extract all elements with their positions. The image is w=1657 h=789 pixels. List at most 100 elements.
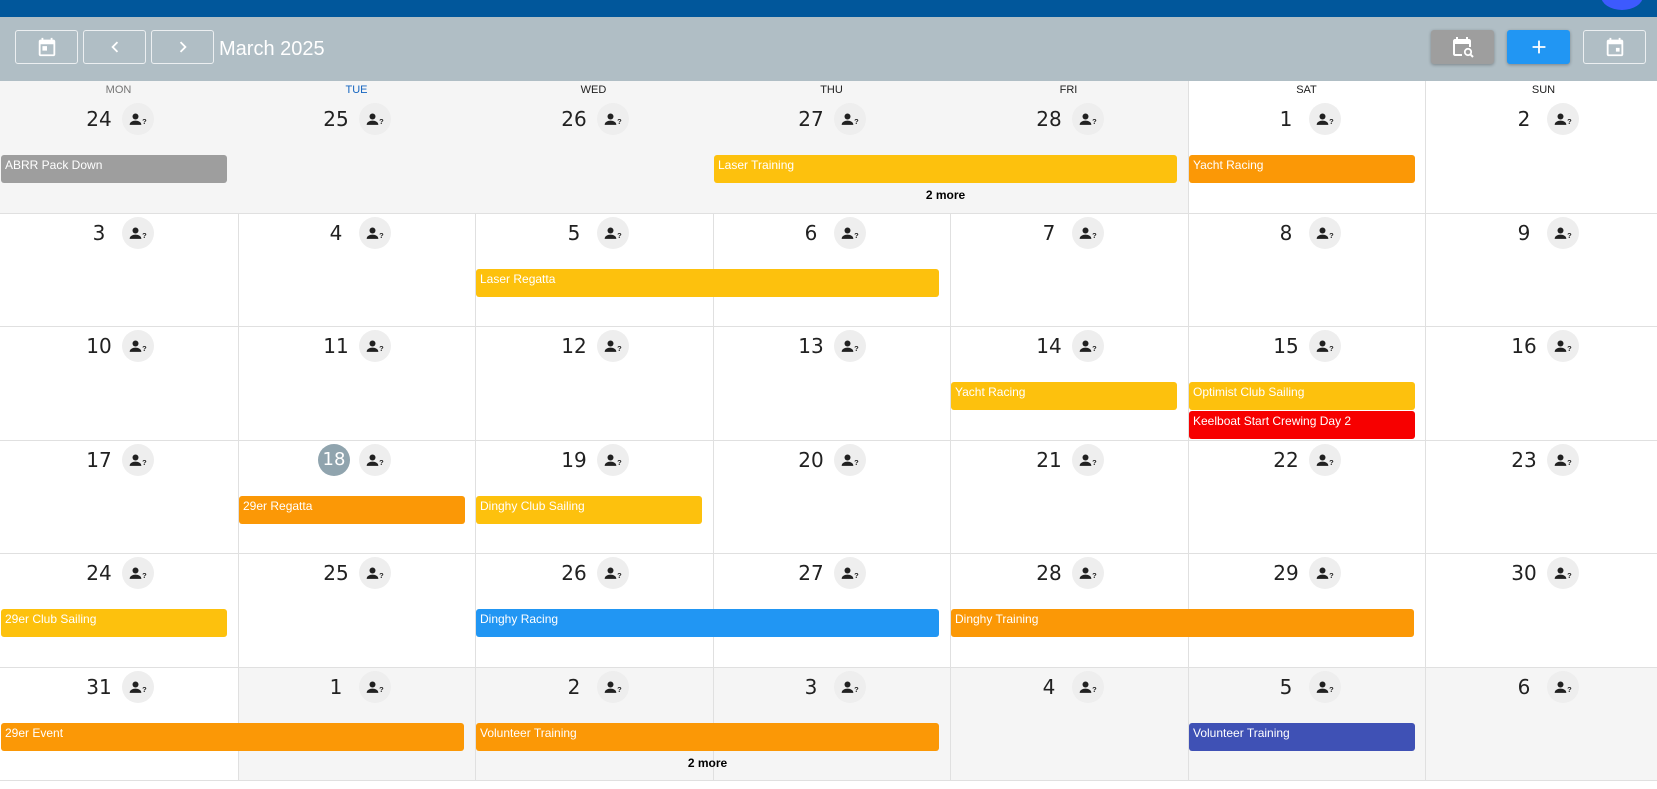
day-number[interactable]: 24 bbox=[81, 558, 117, 588]
attendance-button[interactable]: ? bbox=[359, 103, 391, 135]
day-number[interactable]: 3 bbox=[81, 218, 117, 248]
event-chip[interactable]: Yacht Racing bbox=[951, 382, 1177, 410]
day-number[interactable]: 16 bbox=[1506, 331, 1542, 361]
attendance-button[interactable]: ? bbox=[834, 557, 866, 589]
day-number[interactable]: 24 bbox=[81, 104, 117, 134]
event-chip[interactable]: Optimist Club Sailing bbox=[1189, 382, 1415, 410]
more-events-link[interactable]: 2 more bbox=[713, 188, 1178, 202]
day-number[interactable]: 15 bbox=[1268, 331, 1304, 361]
attendance-button[interactable]: ? bbox=[1309, 103, 1341, 135]
attendance-button[interactable]: ? bbox=[597, 557, 629, 589]
event-chip[interactable]: ABRR Pack Down bbox=[1, 155, 227, 183]
day-number[interactable]: 5 bbox=[1268, 672, 1304, 702]
day-number[interactable]: 8 bbox=[1268, 218, 1304, 248]
attendance-button[interactable]: ? bbox=[359, 671, 391, 703]
day-number[interactable]: 3 bbox=[793, 672, 829, 702]
attendance-button[interactable]: ? bbox=[122, 103, 154, 135]
attendance-button[interactable]: ? bbox=[1547, 444, 1579, 476]
day-number[interactable]: 28 bbox=[1031, 104, 1067, 134]
attendance-button[interactable]: ? bbox=[1547, 671, 1579, 703]
day-number[interactable]: 22 bbox=[1268, 445, 1304, 475]
attendance-button[interactable]: ? bbox=[122, 671, 154, 703]
attendance-button[interactable]: ? bbox=[597, 103, 629, 135]
attendance-button[interactable]: ? bbox=[1072, 444, 1104, 476]
event-chip[interactable]: 29er Regatta bbox=[239, 496, 465, 524]
day-number[interactable]: 19 bbox=[556, 445, 592, 475]
attendance-button[interactable]: ? bbox=[597, 444, 629, 476]
attendance-button[interactable]: ? bbox=[1072, 103, 1104, 135]
attendance-button[interactable]: ? bbox=[834, 330, 866, 362]
event-chip[interactable]: 29er Event bbox=[1, 723, 464, 751]
attendance-button[interactable]: ? bbox=[1309, 671, 1341, 703]
today-button[interactable] bbox=[15, 30, 78, 64]
event-chip[interactable]: Dinghy Training bbox=[951, 609, 1414, 637]
change-view-button[interactable] bbox=[1583, 30, 1646, 64]
day-number[interactable]: 6 bbox=[793, 218, 829, 248]
attendance-button[interactable]: ? bbox=[834, 671, 866, 703]
day-number[interactable]: 26 bbox=[556, 558, 592, 588]
attendance-button[interactable]: ? bbox=[122, 330, 154, 362]
day-number[interactable]: 4 bbox=[1031, 672, 1067, 702]
attendance-button[interactable]: ? bbox=[597, 330, 629, 362]
day-number[interactable]: 12 bbox=[556, 331, 592, 361]
day-number[interactable]: 17 bbox=[81, 445, 117, 475]
day-number[interactable]: 9 bbox=[1506, 218, 1542, 248]
attendance-button[interactable]: ? bbox=[1072, 217, 1104, 249]
day-number[interactable]: 31 bbox=[81, 672, 117, 702]
day-number[interactable]: 6 bbox=[1506, 672, 1542, 702]
day-number[interactable]: 28 bbox=[1031, 558, 1067, 588]
user-avatar[interactable] bbox=[1601, 0, 1643, 10]
attendance-button[interactable]: ? bbox=[1309, 330, 1341, 362]
event-chip[interactable]: Yacht Racing bbox=[1189, 155, 1415, 183]
day-number[interactable]: 5 bbox=[556, 218, 592, 248]
attendance-button[interactable]: ? bbox=[122, 217, 154, 249]
day-number[interactable]: 2 bbox=[556, 672, 592, 702]
day-number[interactable]: 4 bbox=[318, 218, 354, 248]
day-number[interactable]: 26 bbox=[556, 104, 592, 134]
day-number[interactable]: 27 bbox=[793, 104, 829, 134]
event-chip[interactable]: 29er Club Sailing bbox=[1, 609, 227, 637]
event-chip[interactable]: Dinghy Club Sailing bbox=[476, 496, 702, 524]
day-number[interactable]: 25 bbox=[318, 558, 354, 588]
attendance-button[interactable]: ? bbox=[359, 557, 391, 589]
attendance-button[interactable]: ? bbox=[1547, 217, 1579, 249]
attendance-button[interactable]: ? bbox=[1072, 557, 1104, 589]
attendance-button[interactable]: ? bbox=[834, 217, 866, 249]
search-events-button[interactable] bbox=[1431, 30, 1494, 64]
today-day-number[interactable]: 18 bbox=[318, 444, 350, 476]
event-chip[interactable]: Volunteer Training bbox=[476, 723, 939, 751]
attendance-button[interactable]: ? bbox=[1547, 103, 1579, 135]
attendance-button[interactable]: ? bbox=[1547, 330, 1579, 362]
day-number[interactable]: 2 bbox=[1506, 104, 1542, 134]
event-chip[interactable]: Dinghy Racing bbox=[476, 609, 939, 637]
day-number[interactable]: 13 bbox=[793, 331, 829, 361]
day-number[interactable]: 30 bbox=[1506, 558, 1542, 588]
attendance-button[interactable]: ? bbox=[834, 444, 866, 476]
day-number[interactable]: 27 bbox=[793, 558, 829, 588]
day-number[interactable]: 25 bbox=[318, 104, 354, 134]
day-number[interactable]: 29 bbox=[1268, 558, 1304, 588]
attendance-button[interactable]: ? bbox=[1072, 330, 1104, 362]
attendance-button[interactable]: ? bbox=[122, 444, 154, 476]
add-event-button[interactable] bbox=[1507, 30, 1570, 64]
previous-month-button[interactable] bbox=[83, 30, 146, 64]
attendance-button[interactable]: ? bbox=[1309, 557, 1341, 589]
day-number[interactable]: 1 bbox=[318, 672, 354, 702]
day-number[interactable]: 21 bbox=[1031, 445, 1067, 475]
attendance-button[interactable]: ? bbox=[1547, 557, 1579, 589]
event-chip[interactable]: Keelboat Start Crewing Day 2 bbox=[1189, 411, 1415, 439]
day-number[interactable]: 20 bbox=[793, 445, 829, 475]
attendance-button[interactable]: ? bbox=[359, 330, 391, 362]
day-number[interactable]: 7 bbox=[1031, 218, 1067, 248]
attendance-button[interactable]: ? bbox=[597, 671, 629, 703]
attendance-button[interactable]: ? bbox=[1309, 444, 1341, 476]
attendance-button[interactable]: ? bbox=[359, 444, 391, 476]
day-number[interactable]: 10 bbox=[81, 331, 117, 361]
attendance-button[interactable]: ? bbox=[122, 557, 154, 589]
event-chip[interactable]: Laser Regatta bbox=[476, 269, 939, 297]
day-number[interactable]: 14 bbox=[1031, 331, 1067, 361]
day-number[interactable]: 11 bbox=[318, 331, 354, 361]
day-number[interactable]: 1 bbox=[1268, 104, 1304, 134]
attendance-button[interactable]: ? bbox=[1072, 671, 1104, 703]
day-number[interactable]: 23 bbox=[1506, 445, 1542, 475]
